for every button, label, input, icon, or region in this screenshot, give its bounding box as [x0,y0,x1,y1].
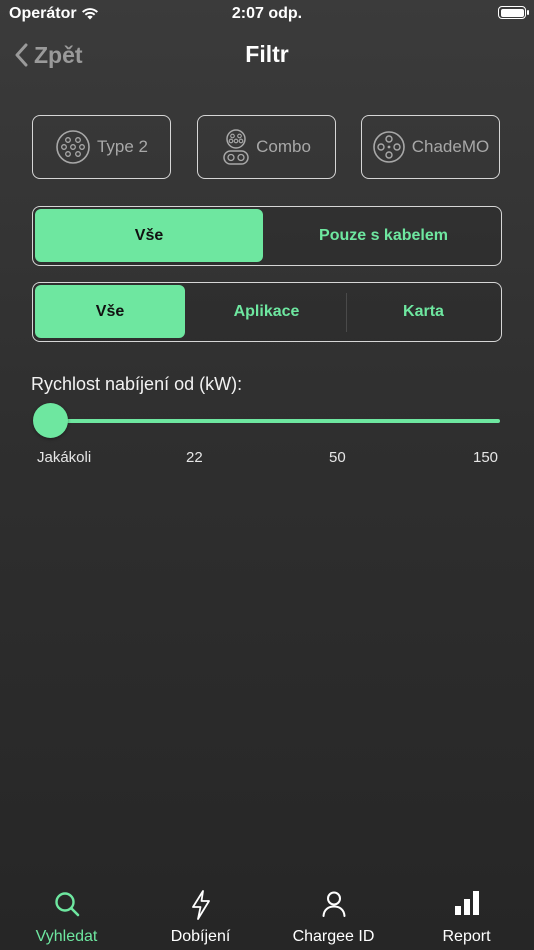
tab-report[interactable]: Report [400,880,533,950]
speed-tick-label: 150 [473,449,499,466]
tab-label: Vyhledat [35,928,98,945]
search-icon [54,892,79,917]
access-option-card[interactable]: Karta [348,285,499,338]
tab-charging[interactable]: Dobíjení [134,880,267,950]
battery-icon [498,6,529,19]
navigation-bar: Zpět Filtr [0,38,534,72]
cable-option-all[interactable]: Vše [35,209,263,262]
tab-search[interactable]: Vyhledat [0,880,133,950]
connector-type2-button[interactable]: Type 2 [32,115,171,179]
tab-label: Report [442,928,491,945]
speed-slider-track[interactable] [50,419,500,423]
tab-label: Chargee ID [292,928,375,945]
cable-option-with-cable[interactable]: Pouze s kabelem [268,209,499,262]
connector-combo-button[interactable]: Combo [197,115,336,179]
type2-connector-icon [56,130,90,164]
status-time: 2:07 odp. [231,5,303,22]
access-option-all[interactable]: Vše [35,285,185,338]
access-option-app[interactable]: Aplikace [189,285,344,338]
connector-type-filter: Type 2 Combo ChadeMO [32,115,502,181]
page-title: Filtr [245,41,289,67]
combo-connector-icon [223,129,249,165]
connector-chademo-button[interactable]: ChadeMO [361,115,500,179]
cable-filter-segmented-control: Vše Pouze s kabelem [32,206,502,266]
connector-label: Combo [256,137,311,156]
tab-label: Dobíjení [170,928,231,945]
chademo-connector-icon [372,131,405,163]
speed-slider-thumb[interactable] [33,403,68,438]
bar-chart-icon [454,891,479,915]
tab-bar: Vyhledat Dobíjení Chargee ID Report [0,880,534,950]
tab-chargee-id[interactable]: Chargee ID [267,880,400,950]
lightning-icon [191,890,210,920]
speed-tick-label: 50 [329,449,346,466]
speed-tick-label: Jakákoli [37,449,92,466]
speed-tick-label: 22 [186,449,203,466]
segment-divider [346,293,347,332]
user-icon [322,891,345,917]
access-filter-segmented-control: Vše Aplikace Karta [32,282,502,342]
charging-speed-label: Rychlost nabíjení od (kW): [31,374,243,394]
connector-label: ChadeMO [411,137,490,156]
status-bar: Operátor 2:07 odp. [0,0,534,28]
connector-label: Type 2 [96,137,149,156]
